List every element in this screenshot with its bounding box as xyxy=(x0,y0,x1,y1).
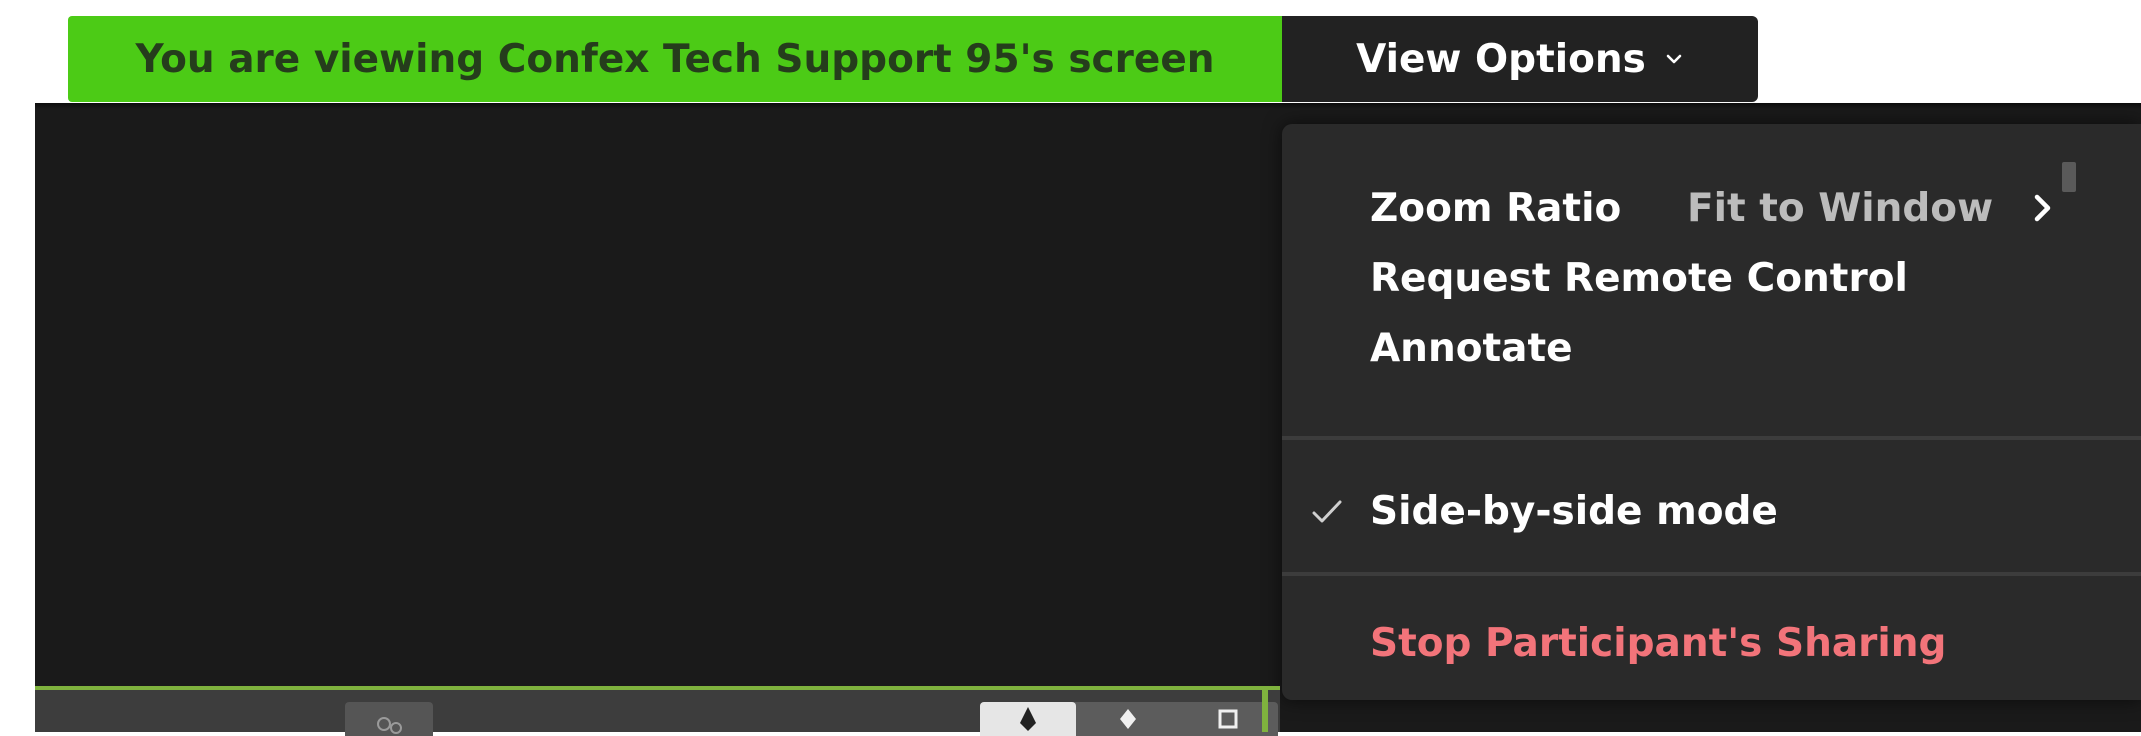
zoom-viewer-window: You are viewing Confex Tech Support 95's… xyxy=(0,0,2141,736)
participant-button[interactable] xyxy=(345,702,433,736)
person-icon xyxy=(377,717,402,734)
menu-item-annotate[interactable]: Annotate xyxy=(1282,306,2141,390)
chevron-right-icon xyxy=(2034,194,2051,222)
pointer-icon xyxy=(1120,709,1136,729)
view-options-button[interactable]: View Options xyxy=(1282,16,1758,102)
menu-item-side-by-side[interactable]: Side-by-side mode xyxy=(1282,469,2141,553)
menu-divider xyxy=(1282,572,2141,576)
view-options-menu: Zoom Ratio Fit to Window Request Remote … xyxy=(1282,124,2141,700)
view-options-label: View Options xyxy=(1356,36,1646,82)
menu-item-stop-sharing[interactable]: Stop Participant's Sharing xyxy=(1282,601,2141,685)
top-shadow xyxy=(35,103,2141,109)
pointer-tool-button[interactable] xyxy=(1080,702,1176,736)
chevron-down-icon xyxy=(1666,54,1682,64)
viewing-banner-text: You are viewing Confex Tech Support 95's… xyxy=(135,36,1215,82)
pen-tool-button[interactable] xyxy=(980,702,1076,736)
share-border xyxy=(1262,686,1268,732)
tool-group xyxy=(980,702,1278,736)
zoom-ratio-label: Zoom Ratio xyxy=(1370,185,1622,231)
request-remote-control-label: Request Remote Control xyxy=(1370,255,1908,301)
checkmark-icon xyxy=(1312,500,1342,523)
square-icon xyxy=(1218,709,1238,729)
zoom-ratio-value: Fit to Window xyxy=(1687,185,1994,231)
annotation-toolbar xyxy=(35,686,1280,736)
stop-sharing-label: Stop Participant's Sharing xyxy=(1370,620,1947,666)
side-by-side-label: Side-by-side mode xyxy=(1370,488,1778,534)
annotate-label: Annotate xyxy=(1370,325,1573,371)
pen-icon xyxy=(1020,707,1036,731)
viewing-banner: You are viewing Confex Tech Support 95's… xyxy=(68,16,1282,102)
menu-divider xyxy=(1282,436,2141,440)
